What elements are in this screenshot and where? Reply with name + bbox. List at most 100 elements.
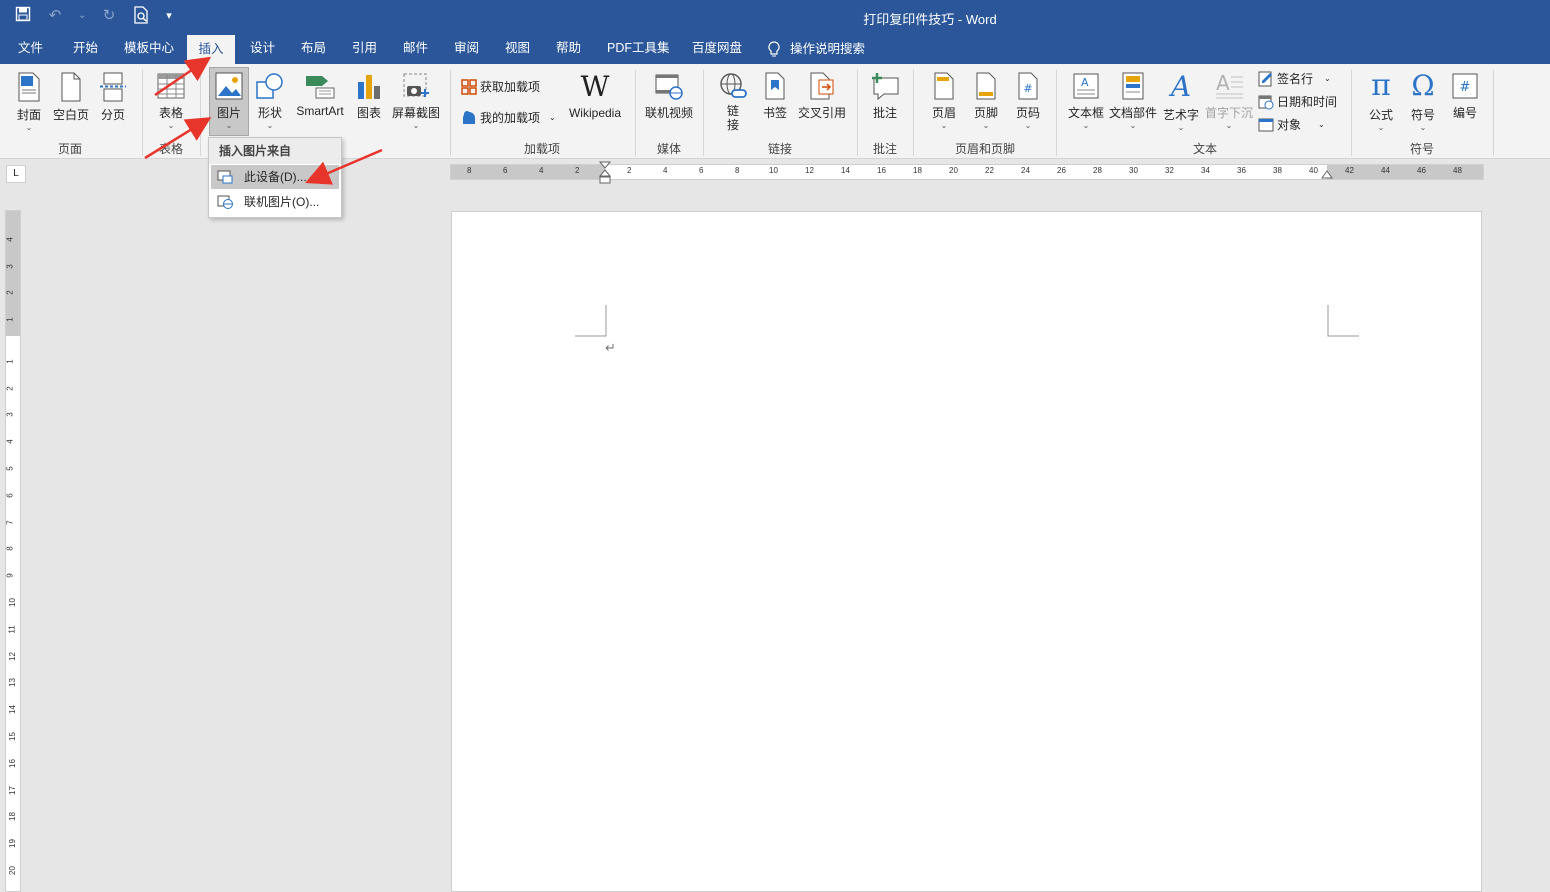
tell-me-label: 操作说明搜索 [790,42,866,56]
separator [142,70,143,156]
tab-pdf-tools[interactable]: PDF工具集 [605,34,672,64]
ruler-tick-label: 5 [5,466,15,471]
ruler-tick-label: 4 [539,166,544,175]
group-symbols-label: 符号 [1409,142,1434,156]
tab-mailings[interactable]: 邮件 [401,34,430,64]
ruler-left-margin [451,165,605,179]
object-button[interactable]: 对象 ⌄ [1258,116,1325,133]
signature-line-button[interactable]: 签名行 ⌄ [1258,70,1331,87]
screenshot-icon [403,73,429,97]
ruler-tick-label: 20 [7,866,17,875]
ruler-tick-label: 1 [5,359,15,364]
tab-references[interactable]: 引用 [350,34,379,64]
ruler-tick-label: 6 [699,166,704,175]
ruler-tick-label: 12 [805,166,814,175]
group-links-label: 链接 [767,142,792,156]
ruler-tick-label: 17 [7,785,17,795]
header-button[interactable]: 页眉 ⌄ [928,72,960,130]
shapes-button[interactable]: 形状 ⌄ [253,72,287,130]
tab-view[interactable]: 视图 [503,34,532,64]
cross-reference-button[interactable]: 交叉引用 [796,72,848,121]
signature-icon [1258,71,1272,86]
tab-home[interactable]: 开始 [71,34,100,64]
numbering-button[interactable]: # 编号 [1448,72,1482,121]
link-icon [720,73,747,98]
tell-me-search[interactable]: 操作说明搜索 [766,34,867,64]
bookmark-icon [765,72,785,100]
ruler-tick-label: 12 [7,651,17,661]
menu-item-this-device[interactable]: 此设备(D)... [211,165,339,189]
tab-help[interactable]: 帮助 [554,34,583,64]
ruler-tick-label: 20 [949,166,958,175]
document-page[interactable]: ↵ [451,211,1482,892]
ruler-tick-label: 4 [5,237,15,242]
get-addins-button[interactable]: 获取加载项 [461,78,540,95]
bookmark-button[interactable]: 书签 [760,72,790,121]
tab-review[interactable]: 审阅 [452,34,481,64]
ruler-tick-label: 6 [5,493,15,498]
tab-baidu-netdisk[interactable]: 百度网盘 [690,34,744,64]
equation-button[interactable]: π 公式 ⌄ [1364,70,1398,132]
right-indent-marker[interactable] [1321,169,1333,181]
group-header-footer-label: 页眉和页脚 [954,142,1015,156]
indent-marker[interactable] [599,161,611,187]
tab-insert[interactable]: 插入 [187,35,235,64]
ruler-tick-label: 10 [769,166,778,175]
blank-page-button[interactable]: 空白页 [52,72,90,123]
drop-cap-button[interactable]: A 首字下沉 ⌄ [1204,72,1254,130]
online-video-button[interactable]: 联机视频 [643,72,695,121]
separator [857,70,858,156]
header-icon [934,72,954,100]
horizontal-ruler[interactable]: 8 6 4 2 2 4 6 8 10 12 14 16 18 20 22 24 26 28 30 32 34 36 38 40… [450,161,1484,184]
group-media-label: 媒体 [656,142,681,156]
numbering-icon: # [1452,73,1478,99]
wikipedia-button[interactable]: W Wikipedia [563,72,627,121]
separator [200,70,201,156]
smartart-button[interactable]: SmartArt [292,72,348,118]
group-tables-label: 表格 [158,142,183,156]
tab-layout[interactable]: 布局 [299,34,328,64]
separator [1351,70,1352,156]
screenshot-button[interactable]: 屏幕截图 ⌄ [390,72,442,130]
ruler-tick-label: 3 [5,263,15,269]
ruler-tick-label: 13 [7,678,17,688]
text-box-button[interactable]: A 文本框 ⌄ [1066,72,1106,130]
ruler-tick-label: 36 [1237,166,1246,175]
tab-selector[interactable]: L [6,165,26,183]
table-button[interactable]: 表格 ⌄ [155,72,187,130]
separator [635,70,636,156]
picture-button[interactable]: 图片 ⌄ [209,67,249,136]
new-comment-button[interactable]: 批注 [866,72,904,121]
ruler-tick-label: 7 [5,519,15,525]
text-box-icon: A [1073,73,1099,99]
link-button[interactable]: 链 接 [715,72,751,132]
quick-parts-button[interactable]: 文档部件 ⌄ [1108,72,1158,130]
vertical-ruler[interactable]: 4 3 2 1 1 2 3 4 5 6 7 8 9 10 11 12 13 14 15 16 17 18 19 20 [5,210,21,892]
ruler-tick-label: 30 [1129,166,1138,175]
footer-button[interactable]: 页脚 ⌄ [970,72,1002,130]
ruler-tick-label: 42 [1345,166,1354,175]
ruler-tick-label: 38 [1273,166,1282,175]
ruler-tick-label: 18 [913,166,922,175]
lightbulb-icon [768,41,780,57]
svg-text:A: A [1216,72,1230,95]
cover-page-button[interactable]: 封面 ⌄ [12,72,46,132]
margin-corner-top-right [1327,305,1359,337]
separator [450,70,451,156]
menu-header: 插入图片来自 [209,138,341,164]
symbol-button[interactable]: Ω 符号 ⌄ [1406,70,1440,132]
tab-templates[interactable]: 模板中心 [122,34,176,64]
group-addins-label: 加载项 [523,142,560,156]
date-time-button[interactable]: 日期和时间 [1258,93,1337,110]
my-addins-button[interactable]: 我的加载项 ⌄ [461,109,556,126]
tab-file[interactable]: 文件 [16,34,45,64]
menu-item-online-pictures[interactable]: 联机图片(O)... [211,190,339,214]
chart-button[interactable]: 图表 [352,72,386,121]
page-number-button[interactable]: # 页码 ⌄ [1012,72,1044,130]
wordart-button[interactable]: A 艺术字 ⌄ [1160,72,1202,132]
ruler-tick-label: 8 [467,166,472,175]
footer-icon [976,72,996,100]
page-break-button[interactable]: 分页 [97,72,129,123]
group-comments-label: 批注 [872,142,897,156]
tab-design[interactable]: 设计 [248,34,277,64]
